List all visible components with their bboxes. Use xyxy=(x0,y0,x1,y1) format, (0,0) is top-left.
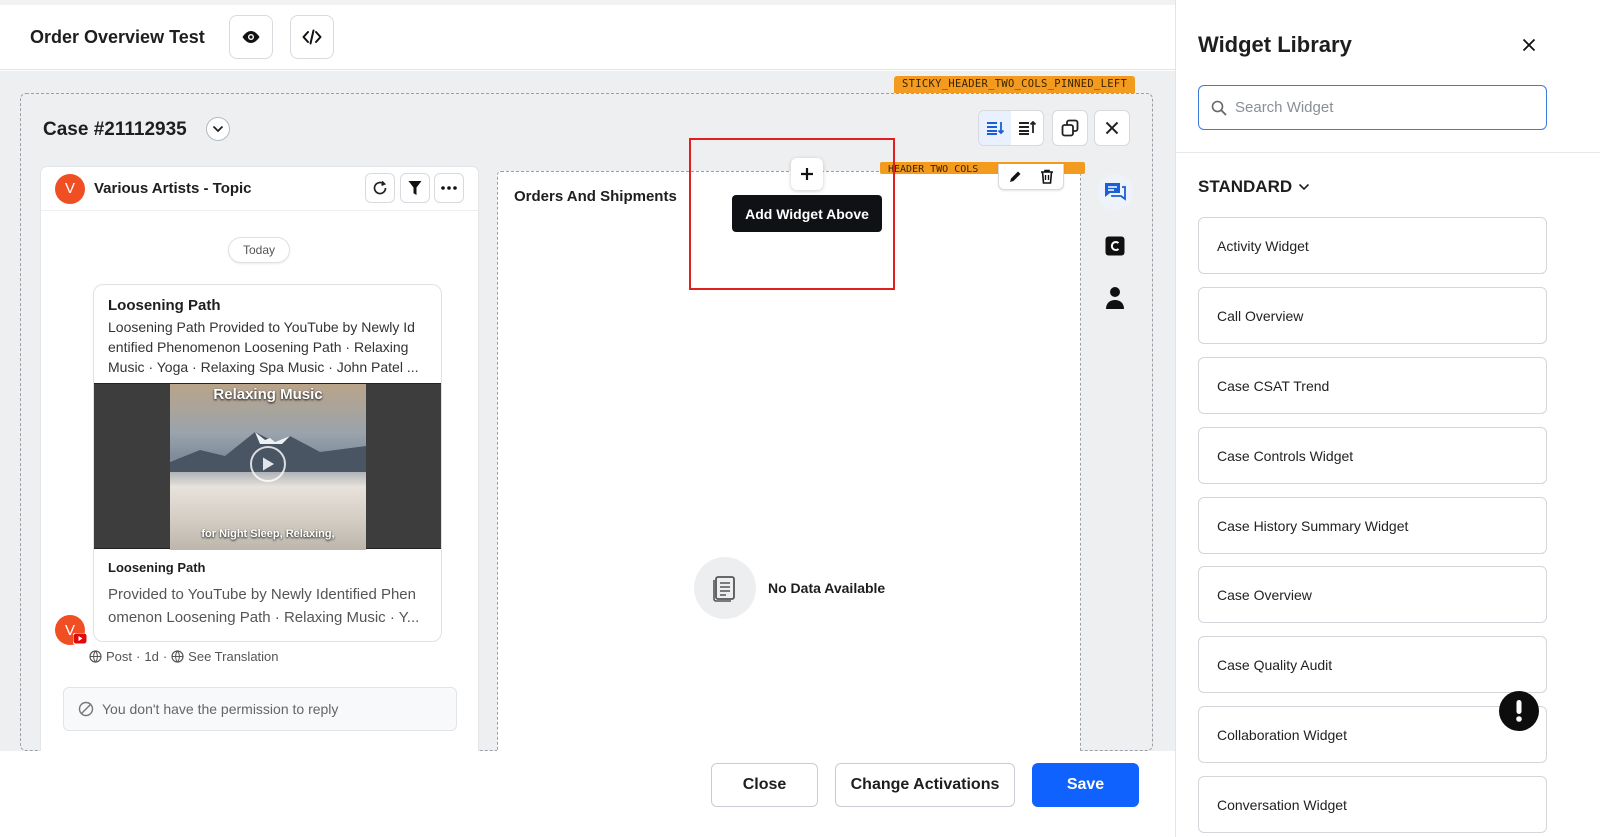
widget-item-collaboration[interactable]: Collaboration Widget xyxy=(1198,706,1547,763)
author-avatar: V xyxy=(55,615,87,645)
chat-panel-button[interactable] xyxy=(1097,174,1133,210)
thumbnail-caption-bottom: for Night Sleep, Relaxing, xyxy=(201,528,335,540)
more-options-button[interactable] xyxy=(434,173,464,203)
filter-icon xyxy=(408,181,422,195)
globe-icon xyxy=(89,650,102,663)
edit-icon[interactable] xyxy=(1008,170,1022,184)
reply-disabled-notice: You don't have the permission to reply xyxy=(63,687,457,731)
layout-canvas: STICKY_HEADER_TWO_COLS_PINNED_LEFT Case … xyxy=(0,71,1175,761)
filter-button[interactable] xyxy=(400,173,430,203)
post-age: 1d xyxy=(144,649,159,664)
blocked-icon xyxy=(78,701,94,717)
meta-separator: · xyxy=(162,649,168,664)
conversation-widget: V Various Artists - Topic Today Loosenin… xyxy=(41,167,478,757)
chevron-down-icon xyxy=(1299,183,1310,191)
close-icon xyxy=(1105,121,1119,135)
sort-desc-button[interactable] xyxy=(1011,111,1043,145)
widget-item-case-csat-trend[interactable]: Case CSAT Trend xyxy=(1198,357,1547,414)
highlight-box xyxy=(689,138,895,290)
sort-button-group xyxy=(978,110,1044,146)
chevron-down-icon xyxy=(212,125,224,133)
layout-tag: STICKY_HEADER_TWO_COLS_PINNED_LEFT xyxy=(894,76,1136,93)
post-title: Loosening Path xyxy=(108,297,221,314)
widget-item-case-overview[interactable]: Case Overview xyxy=(1198,566,1547,623)
thumbnail-image: Relaxing Music for Night Sleep, Relaxing… xyxy=(170,384,366,550)
widget-item-conversation[interactable]: Conversation Widget xyxy=(1198,776,1547,833)
save-button[interactable]: Save xyxy=(1032,763,1139,807)
library-close-button[interactable] xyxy=(1517,33,1541,57)
widget-actions xyxy=(998,164,1064,190)
post-type: Post xyxy=(106,649,133,664)
widget-item-case-quality-audit[interactable]: Case Quality Audit xyxy=(1198,636,1547,693)
sort-lines-icon xyxy=(1019,121,1036,135)
case-dropdown-button[interactable] xyxy=(206,117,230,141)
footer-bar: Close Change Activations Save xyxy=(0,751,1175,837)
contact-name: Various Artists - Topic xyxy=(94,180,252,197)
library-title: Widget Library xyxy=(1198,32,1352,57)
sort-lines-icon xyxy=(987,122,1004,135)
layout-container[interactable]: Case #21112935 V Various Artists - Topic xyxy=(20,93,1153,761)
top-bar: Order Overview Test xyxy=(0,0,1175,70)
avatar: V xyxy=(55,173,85,204)
change-activations-button[interactable]: Change Activations xyxy=(835,763,1015,807)
refresh-icon xyxy=(373,180,387,195)
search-icon xyxy=(1211,100,1227,116)
profile-panel-button[interactable] xyxy=(1097,280,1133,316)
translate-icon xyxy=(171,650,184,663)
code-icon xyxy=(302,29,322,45)
no-permission-text: You don't have the permission to reply xyxy=(102,701,339,717)
empty-state-text: No Data Available xyxy=(768,580,886,596)
person-icon xyxy=(1106,287,1124,309)
eye-icon xyxy=(242,31,260,43)
case-title: Case #21112935 xyxy=(43,119,187,140)
standard-section-toggle[interactable]: STANDARD xyxy=(1198,177,1310,197)
close-icon xyxy=(1522,38,1536,52)
post-body: Loosening Path Provided to YouTube by Ne… xyxy=(108,319,419,375)
remove-button[interactable] xyxy=(1094,110,1130,146)
trash-icon[interactable] xyxy=(1040,169,1054,184)
exclamation-icon xyxy=(1516,700,1522,722)
document-icon xyxy=(694,557,756,619)
meta-separator: · xyxy=(136,649,141,664)
refresh-button[interactable] xyxy=(365,173,395,203)
alert-fab-button[interactable] xyxy=(1499,691,1539,731)
more-icon xyxy=(441,186,457,190)
post-card[interactable]: Loosening Path Loosening Path Provided t… xyxy=(93,284,442,642)
sort-asc-button[interactable] xyxy=(979,111,1011,145)
video-thumbnail[interactable]: Relaxing Music for Night Sleep, Relaxing… xyxy=(94,383,441,550)
orders-title: Orders And Shipments xyxy=(514,188,677,205)
widget-search[interactable] xyxy=(1198,85,1547,130)
widget-item-case-history-summary[interactable]: Case History Summary Widget xyxy=(1198,497,1547,554)
conversation-header: V Various Artists - Topic xyxy=(41,167,478,211)
play-icon[interactable] xyxy=(250,446,286,482)
date-chip: Today xyxy=(228,237,291,263)
widget-item-activity[interactable]: Activity Widget xyxy=(1198,217,1547,274)
chat-icon xyxy=(1105,183,1126,201)
post-meta: Post · 1d · See Translation xyxy=(89,649,279,664)
c-logo-icon xyxy=(1105,236,1125,256)
divider xyxy=(1176,152,1600,153)
thumbnail-caption-top: Relaxing Music xyxy=(213,386,323,403)
preview-button[interactable] xyxy=(229,15,273,59)
youtube-icon xyxy=(73,633,87,644)
code-button[interactable] xyxy=(290,15,334,59)
widget-item-case-controls[interactable]: Case Controls Widget xyxy=(1198,427,1547,484)
copy-icon xyxy=(1061,119,1079,137)
close-button[interactable]: Close xyxy=(711,763,818,807)
link-title: Loosening Path xyxy=(108,560,206,575)
clone-button[interactable] xyxy=(1052,110,1088,146)
section-label: STANDARD xyxy=(1198,177,1293,196)
page-title: Order Overview Test xyxy=(30,27,205,47)
search-input[interactable] xyxy=(1235,99,1525,116)
link-description: Provided to YouTube by Newly Identified … xyxy=(108,586,420,626)
widget-item-call-overview[interactable]: Call Overview xyxy=(1198,287,1547,344)
see-translation-link[interactable]: See Translation xyxy=(188,649,278,664)
c-panel-button[interactable] xyxy=(1097,228,1133,264)
